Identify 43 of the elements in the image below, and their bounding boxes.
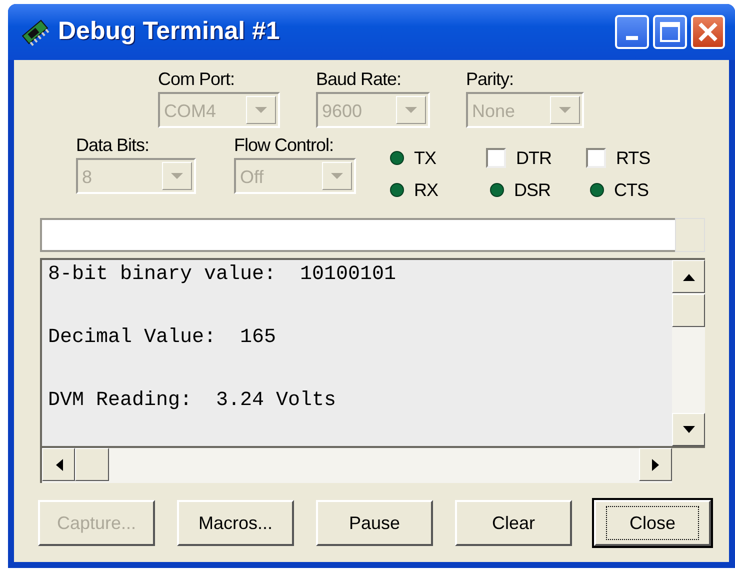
minimize-button[interactable] [615, 15, 649, 49]
field-label: Com Port: [158, 68, 236, 90]
signal-label: DSR [514, 179, 551, 201]
dropdown-arrow-icon [559, 106, 571, 114]
input-field[interactable] [40, 218, 675, 252]
dropdown-arrow-icon [171, 172, 183, 180]
field-label: Baud Rate: [316, 68, 402, 90]
checkbox[interactable] [486, 148, 506, 168]
vertical-scrollbar[interactable] [672, 260, 705, 446]
signal-label: RTS [616, 147, 650, 169]
dropdown-arrow-icon [405, 106, 417, 114]
signal-label: CTS [614, 179, 648, 201]
status-led-icon [590, 183, 604, 197]
dialog-button[interactable]: Clear [455, 500, 572, 546]
window-title: Debug Terminal #1 [58, 16, 280, 48]
terminal-output: 8-bit binary value: 10100101 Decimal Value: 165 DVM Reading: 3.24 Volts [47, 262, 398, 414]
up-arrow-icon [682, 272, 694, 280]
scroll-thumb[interactable] [672, 294, 705, 327]
status-led-icon [490, 183, 504, 197]
status-led-icon [390, 151, 404, 165]
horizontal-scrollbar[interactable] [40, 448, 672, 483]
field-label: Data Bits: [76, 134, 150, 156]
dialog-button[interactable]: Pause [316, 500, 433, 546]
close-icon [697, 21, 719, 43]
field-label: Parity: [466, 68, 515, 90]
right-arrow-icon [652, 458, 660, 470]
dropdown-arrow-icon [255, 106, 267, 114]
dialog-button[interactable]: Macros... [177, 500, 294, 546]
status-led-icon [390, 183, 404, 197]
signal-label: TX [414, 147, 436, 169]
signal-label: RX [414, 179, 438, 201]
close-button[interactable] [691, 15, 725, 49]
field-label: Flow Control: [234, 134, 335, 156]
maximize-icon [659, 21, 681, 43]
maximize-button[interactable] [653, 15, 687, 49]
scroll-thumb[interactable] [75, 448, 109, 481]
minimize-icon [626, 36, 638, 40]
checkbox[interactable] [586, 148, 606, 168]
left-arrow-icon [54, 458, 62, 470]
down-arrow-icon [682, 426, 694, 434]
dropdown-arrow-icon [331, 172, 343, 180]
dialog-button[interactable]: Close [594, 500, 711, 546]
signal-label: DTR [516, 147, 552, 169]
